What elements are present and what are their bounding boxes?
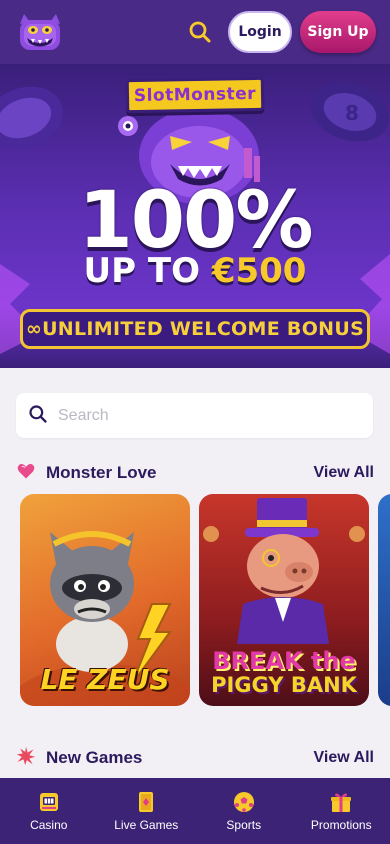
nav-item-casino[interactable]: Casino (4, 790, 94, 832)
game-title-line2: PIGGY BANK (211, 672, 357, 697)
nav-item-sports[interactable]: Sports (199, 790, 289, 832)
heart-icon (16, 461, 36, 485)
header-search-icon[interactable] (184, 16, 216, 48)
search-icon (28, 404, 48, 428)
nav-label: Live Games (114, 818, 179, 832)
game-title-line1: BREAK the (212, 646, 356, 675)
upto-prefix: UP TO (83, 251, 212, 291)
welcome-bonus-banner[interactable]: 8 SlotMonster 100% UP TO €500 ∞UNLIMITED… (0, 64, 390, 368)
playing-card-icon (139, 792, 154, 812)
view-all-link[interactable]: View All (314, 464, 374, 482)
section-header-monster-love: Monster Love View All (16, 461, 374, 485)
burst-icon (16, 746, 36, 770)
game-title: BREAK the PIGGY BANK (199, 646, 369, 697)
nav-item-live-games[interactable]: Live Games (101, 790, 191, 832)
bottom-navigation: Casino Live Games Sports Promotions (0, 778, 390, 844)
gift-icon (331, 793, 352, 812)
nav-item-promotions[interactable]: Promotions (296, 790, 386, 832)
nav-label: Sports (226, 818, 262, 832)
search-input[interactable] (58, 393, 373, 438)
soccer-ball-icon (233, 792, 254, 812)
top-header: Login Sign Up (0, 0, 390, 64)
section-title: Monster Love (46, 463, 157, 482)
section-title: New Games (46, 748, 143, 767)
unlimited-bonus-label: ∞UNLIMITED WELCOME BONUS (20, 309, 370, 349)
game-search-bar (16, 393, 373, 438)
game-tile-partial[interactable] (378, 494, 390, 706)
section-header-new-games: New Games View All (16, 746, 374, 770)
nav-label: Promotions (310, 818, 372, 832)
view-all-link[interactable]: View All (314, 749, 374, 767)
slotmonster-logo-icon[interactable] (14, 10, 66, 54)
game-title: LE ZEUS (40, 663, 170, 696)
bonus-percent-headline: 100% (78, 176, 314, 266)
signup-button[interactable]: Sign Up (300, 11, 376, 53)
game-carousel[interactable]: LE ZEUS BREAK the PIGGY BANK (20, 494, 390, 706)
bonus-amount-line: UP TO €500 (0, 254, 390, 288)
login-button[interactable]: Login (228, 11, 292, 53)
slotmonster-brand-logo: SlotMonster (125, 76, 265, 114)
slot-machine-icon (39, 793, 58, 811)
nav-label: Casino (30, 818, 68, 832)
svg-text:8: 8 (345, 101, 359, 125)
game-tile-break-the-piggy-bank[interactable]: BREAK the PIGGY BANK (199, 494, 369, 706)
game-tile-le-zeus[interactable]: LE ZEUS (20, 494, 190, 706)
bonus-amount: €500 (211, 251, 307, 291)
